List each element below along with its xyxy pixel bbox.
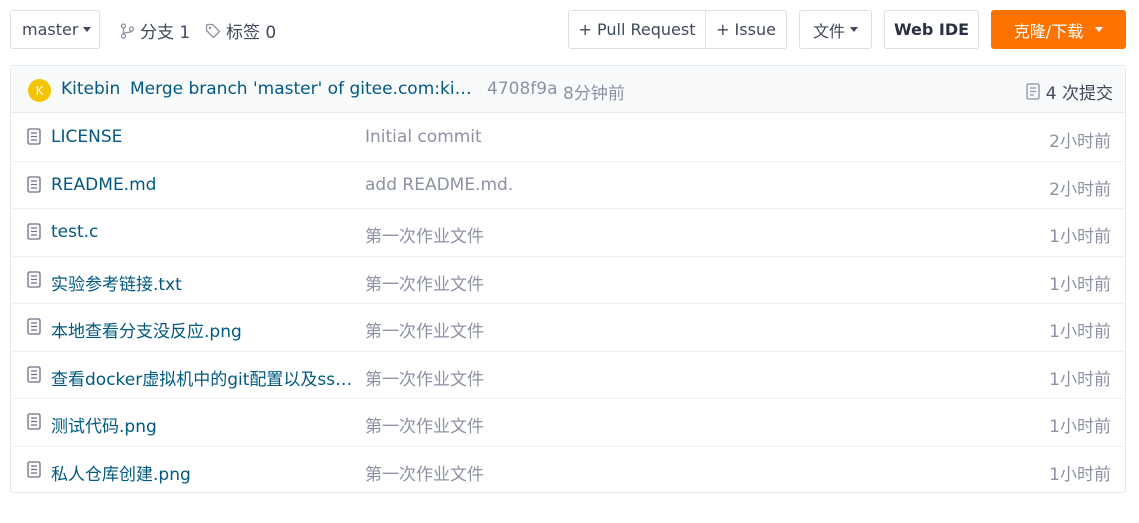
commits-icon	[1026, 83, 1040, 100]
file-row[interactable]: 私人仓库创建.png 第一次作业文件 1小时前	[11, 447, 1125, 495]
file-commit-time: 1小时前	[1049, 369, 1111, 390]
file-commit-message[interactable]: 第一次作业文件	[365, 460, 925, 485]
pull-request-button[interactable]: + Pull Request	[568, 10, 706, 49]
commit-count-link[interactable]: 4 次提交	[1026, 79, 1113, 104]
branches-link[interactable]: 分支 1	[120, 18, 190, 43]
file-commit-time: 1小时前	[1049, 417, 1111, 437]
commit-message[interactable]: Merge branch 'master' of gitee.com:kiteb…	[130, 79, 477, 99]
branch-selector-label: master	[22, 20, 79, 39]
branch-icon	[120, 22, 135, 39]
file-commit-time: 1小时前	[1049, 464, 1111, 485]
web-ide-button[interactable]: Web IDE	[884, 10, 979, 49]
tags-link[interactable]: 标签 0	[205, 18, 276, 43]
chevron-down-icon	[850, 27, 858, 32]
file-commit-message[interactable]: add README.md.	[365, 175, 925, 195]
file-row[interactable]: test.c 第一次作业文件 1小时前	[11, 209, 1125, 257]
file-commit-message[interactable]: 第一次作业文件	[365, 270, 925, 295]
file-menu-button[interactable]: 文件	[799, 10, 872, 49]
commit-count-label: 4 次提交	[1045, 84, 1113, 104]
file-row[interactable]: LICENSE Initial commit 2小时前	[11, 114, 1125, 162]
file-commit-message[interactable]: 第一次作业文件	[365, 317, 925, 342]
file-icon	[27, 175, 41, 197]
file-commit-time: 1小时前	[1049, 322, 1111, 342]
file-commit-time: 1小时前	[1049, 227, 1111, 247]
branches-label: 分支 1	[140, 23, 191, 43]
file-row[interactable]: 本地查看分支没反应.png 第一次作业文件 1小时前	[11, 304, 1125, 352]
branch-selector[interactable]: master	[10, 10, 100, 49]
commit-sha[interactable]: 4708f9a	[487, 79, 557, 99]
issue-label: + Issue	[716, 20, 776, 39]
file-name-link[interactable]: test.c	[51, 222, 359, 242]
file-name-link[interactable]: 本地查看分支没反应.png	[51, 317, 359, 342]
file-menu-label: 文件	[812, 21, 845, 41]
file-commit-time: 2小时前	[1049, 179, 1111, 200]
file-commit-message[interactable]: 第一次作业文件	[365, 365, 925, 390]
file-commit-message[interactable]: 第一次作业文件	[365, 222, 925, 247]
chevron-down-icon	[83, 27, 92, 32]
file-name-link[interactable]: 实验参考链接.txt	[51, 270, 359, 295]
web-ide-label: Web IDE	[893, 20, 970, 39]
file-list: LICENSE Initial commit 2小时前 README.md add RE…	[11, 114, 1125, 494]
file-name-link[interactable]: 私人仓库创建.png	[51, 460, 359, 485]
tags-label: 标签 0	[226, 23, 277, 43]
file-row[interactable]: 测试代码.png 第一次作业文件 1小时前	[11, 399, 1125, 447]
repo-toolbar: master 分支 1 标签 0 + Pull Request + Issue …	[0, 0, 1139, 60]
chevron-down-icon	[1095, 27, 1104, 32]
file-icon	[27, 318, 41, 339]
file-icon	[27, 223, 41, 244]
tag-icon	[205, 23, 221, 38]
commit-author[interactable]: Kitebin	[61, 79, 120, 99]
file-row[interactable]: 实验参考链接.txt 第一次作业文件 1小时前	[11, 257, 1125, 304]
file-commit-message[interactable]: 第一次作业文件	[365, 412, 925, 437]
file-name-link[interactable]: 测试代码.png	[51, 412, 359, 437]
file-commit-time: 2小时前	[1049, 132, 1111, 152]
file-name-link[interactable]: README.md	[51, 175, 359, 195]
file-row[interactable]: 查看docker虚拟机中的git配置以及ssh... 第一次作业文件 1小时前	[11, 352, 1125, 399]
file-icon	[27, 270, 41, 292]
file-icon	[27, 413, 41, 434]
clone-label: 克隆/下载	[1013, 21, 1084, 41]
file-icon	[27, 460, 41, 482]
file-list-panel: K Kitebin Merge branch 'master' of gitee…	[10, 65, 1126, 493]
pull-request-label: + Pull Request	[578, 20, 696, 39]
file-name-link[interactable]: LICENSE	[51, 127, 359, 147]
file-name-link[interactable]: 查看docker虚拟机中的git配置以及ssh...	[51, 365, 359, 390]
avatar[interactable]: K	[28, 79, 51, 102]
clone-download-button[interactable]: 克隆/下载	[991, 10, 1126, 49]
commit-time: 8分钟前	[563, 84, 625, 104]
issue-button[interactable]: + Issue	[705, 10, 787, 49]
file-icon	[27, 365, 41, 387]
file-commit-time: 1小时前	[1049, 274, 1111, 295]
latest-commit-bar: K Kitebin Merge branch 'master' of gitee…	[11, 66, 1125, 113]
file-icon	[27, 128, 41, 149]
file-commit-message[interactable]: Initial commit	[365, 127, 925, 147]
file-row[interactable]: README.md add README.md. 2小时前	[11, 162, 1125, 209]
